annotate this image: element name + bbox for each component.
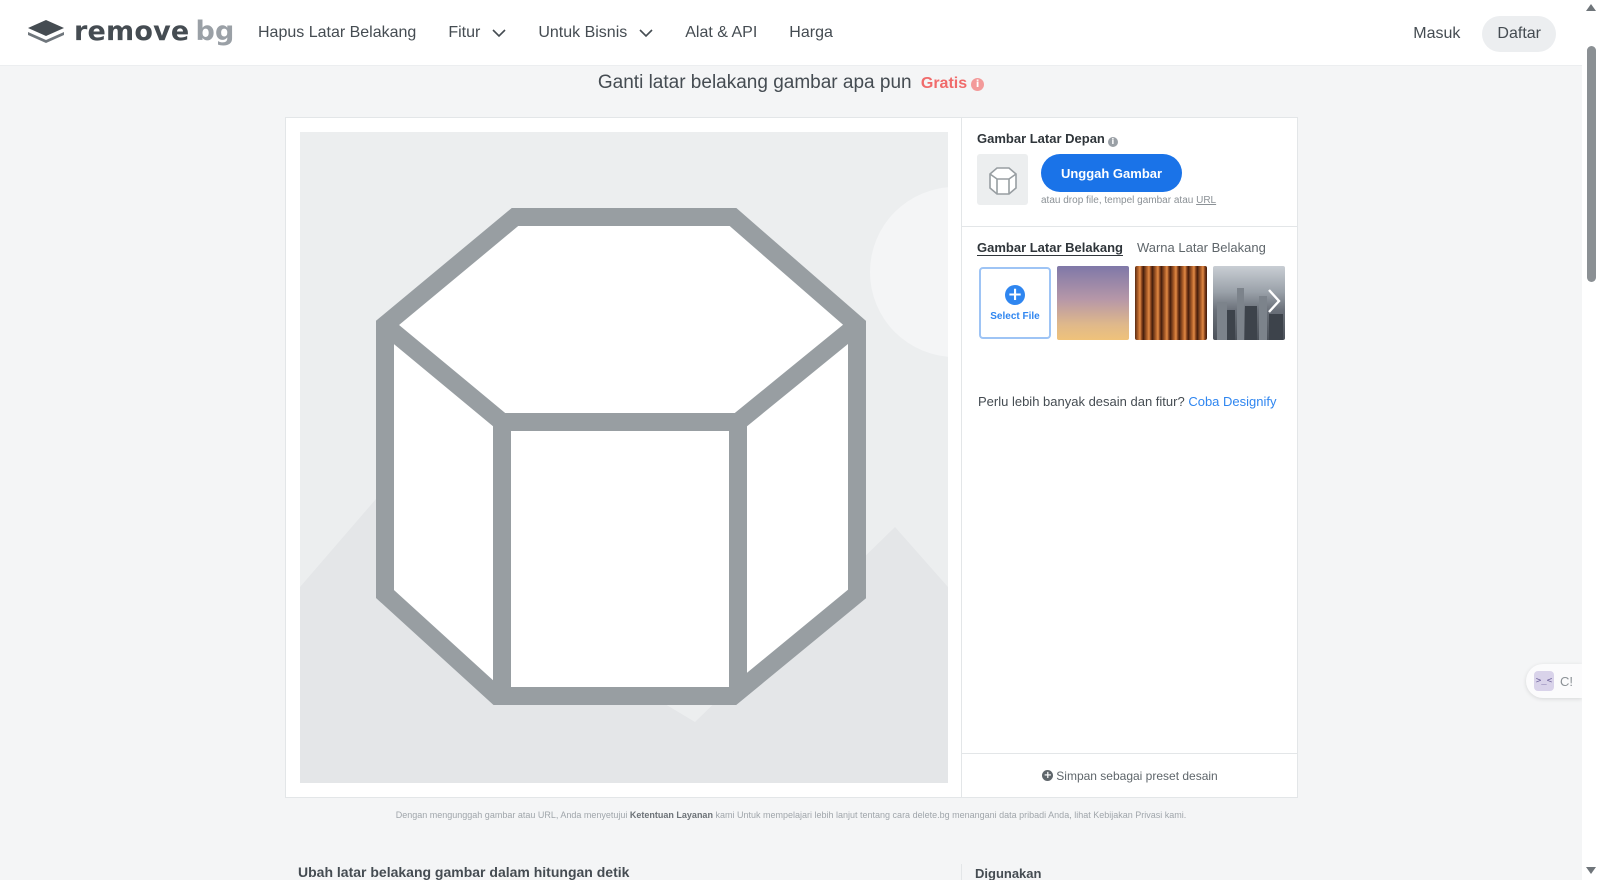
nav-features-dropdown[interactable]: Fitur — [448, 24, 506, 42]
chevron-right-icon[interactable] — [1267, 288, 1281, 314]
chevron-down-icon — [639, 28, 653, 37]
nav-pricing-label: Harga — [789, 24, 833, 41]
nav-tools-api-label: Alat & API — [685, 24, 758, 41]
nav-pricing[interactable]: Harga — [789, 24, 833, 42]
main-nav: Hapus Latar Belakang Fitur Untuk Bisnis … — [258, 0, 865, 66]
select-file-button[interactable]: + Select File — [979, 267, 1051, 339]
terms-of-service-link[interactable]: Ketentuan Layanan — [630, 810, 713, 820]
divider — [961, 864, 962, 880]
plus-circle-icon: + — [1005, 284, 1025, 305]
nav-remove-background[interactable]: Hapus Latar Belakang — [258, 24, 416, 42]
nav-tools-api[interactable]: Alat & API — [685, 24, 757, 42]
upload-image-button[interactable]: Unggah Gambar — [1041, 154, 1182, 192]
floating-assistant-widget[interactable]: >_< C! — [1526, 664, 1582, 698]
upload-url-link[interactable]: URL — [1196, 195, 1216, 206]
upload-hint: atau drop file, tempel gambar atau URL — [1041, 195, 1216, 206]
top-navigation-bar: remove bg Hapus Latar Belakang Fitur Untu… — [0, 0, 1582, 66]
scrollbar-thumb[interactable] — [1587, 46, 1596, 282]
nav-business-dropdown[interactable]: Untuk Bisnis — [538, 24, 653, 42]
section-heading-change-background: Ubah latar belakang gambar dalam hitunga… — [298, 864, 630, 880]
logo-text-remove: remove — [74, 16, 190, 47]
nav-business-label: Untuk Bisnis — [538, 24, 628, 41]
background-option-sky[interactable] — [1057, 266, 1129, 340]
background-thumbnails: + Select File — [977, 266, 1285, 340]
free-badge: Gratis — [920, 75, 968, 92]
info-icon[interactable]: i — [971, 78, 985, 91]
image-preview-canvas[interactable] — [300, 132, 948, 783]
save-preset-button[interactable]: + Simpan sebagai preset desain — [962, 753, 1298, 797]
upload-hint-text: atau drop file, tempel gambar atau — [1041, 195, 1194, 206]
foreground-section: Gambar Latar Depan i Unggah Gambar atau d… — [962, 118, 1298, 227]
background-option-wood[interactable] — [1135, 266, 1207, 340]
login-link[interactable]: Masuk — [1413, 25, 1460, 43]
section-heading-used: Digunakan — [975, 866, 1042, 880]
select-file-label: Select File — [990, 310, 1040, 322]
page-headline: Ganti latar belakang gambar apa pun Grat… — [0, 72, 1582, 94]
tab-background-color[interactable]: Warna Latar Belakang — [1137, 240, 1266, 255]
designify-promo: Perlu lebih banyak desain dan fitur? Cob… — [978, 394, 1276, 409]
assistant-face-icon: >_< — [1534, 671, 1554, 691]
nav-features-label: Fitur — [448, 24, 481, 41]
nav-remove-background-label: Hapus Latar Belakang — [258, 24, 417, 41]
background-tabs: Gambar Latar Belakang Warna Latar Belaka… — [977, 240, 1266, 255]
editor-sidebar: Gambar Latar Depan i Unggah Gambar atau d… — [961, 118, 1298, 797]
auth-links: Masuk Daftar — [1413, 16, 1556, 52]
designify-link[interactable]: Coba Designify — [1188, 394, 1276, 409]
removebg-logo[interactable]: remove bg — [26, 16, 235, 47]
info-icon[interactable]: i — [1107, 137, 1118, 147]
scroll-up-arrow-icon[interactable] — [1586, 4, 1596, 11]
foreground-title: Gambar Latar Depan i — [977, 131, 1118, 147]
hexagon-prism-icon — [988, 166, 1017, 195]
foreground-thumbnail[interactable] — [977, 154, 1028, 205]
scroll-down-arrow-icon[interactable] — [1586, 867, 1596, 874]
foreground-title-label: Gambar Latar Depan — [977, 131, 1105, 146]
terms-text-before: Dengan mengunggah gambar atau URL, Anda … — [395, 810, 628, 820]
page-scrollbar[interactable] — [1582, 0, 1600, 880]
tab-background-image[interactable]: Gambar Latar Belakang — [977, 240, 1123, 255]
plus-circle-icon: + — [1042, 770, 1054, 781]
terms-text-after: kami Untuk mempelajari lebih lanjut tent… — [715, 810, 1187, 820]
terms-notice: Dengan mengunggah gambar atau URL, Anda … — [0, 810, 1582, 820]
signup-button[interactable]: Daftar — [1482, 16, 1556, 52]
background-option-city[interactable] — [1213, 266, 1285, 340]
save-preset-label: Simpan sebagai preset desain — [1056, 768, 1218, 783]
headline-text: Ganti latar belakang gambar apa pun — [597, 72, 912, 93]
chevron-down-icon — [492, 28, 506, 37]
placeholder-hexagon-illustration — [300, 187, 948, 783]
designify-prompt: Perlu lebih banyak desain dan fitur? — [978, 394, 1185, 409]
background-editor: Gambar Latar Depan i Unggah Gambar atau d… — [285, 117, 1298, 798]
layers-logo-icon — [28, 19, 64, 43]
assistant-label: C! — [1560, 673, 1573, 689]
logo-text-bg: bg — [195, 16, 235, 47]
